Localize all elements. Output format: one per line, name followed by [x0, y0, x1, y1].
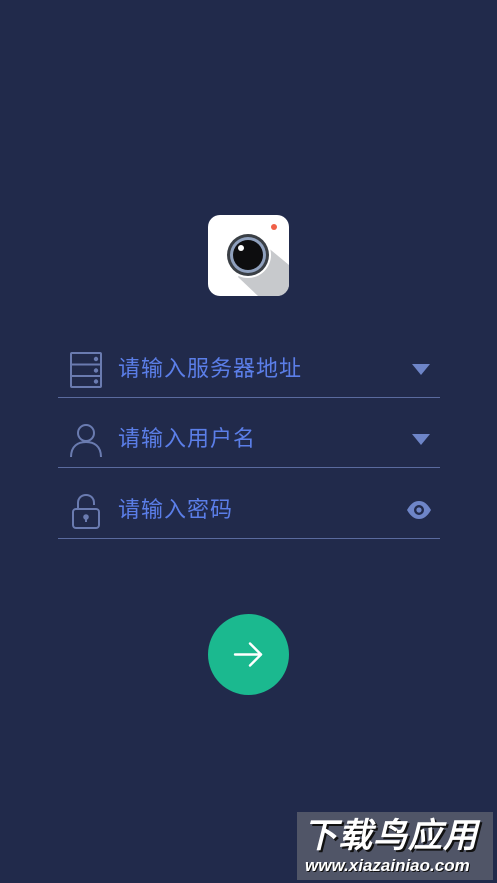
- lock-icon: [68, 493, 104, 529]
- dropdown-arrow-icon[interactable]: [412, 364, 430, 375]
- arrow-right-icon: [233, 642, 263, 667]
- username-input[interactable]: 请输入用户名: [118, 426, 256, 454]
- camera-app-icon: [208, 215, 289, 296]
- watermark-url: www.xiazainiao.com: [305, 856, 470, 875]
- dropdown-arrow-icon[interactable]: [412, 434, 430, 445]
- watermark: 下载鸟应用 www.xiazainiao.com: [297, 812, 493, 880]
- server-address-field[interactable]: 请输入服务器地址: [58, 342, 440, 398]
- eye-icon[interactable]: [406, 500, 432, 520]
- password-input[interactable]: 请输入密码: [118, 497, 233, 525]
- user-icon: [68, 422, 104, 458]
- submit-button[interactable]: [208, 614, 289, 695]
- server-icon: [68, 352, 104, 388]
- server-address-input[interactable]: 请输入服务器地址: [118, 356, 302, 384]
- username-field[interactable]: 请输入用户名: [58, 412, 440, 468]
- watermark-title: 下载鸟应用: [303, 817, 478, 855]
- password-field[interactable]: 请输入密码: [58, 483, 440, 539]
